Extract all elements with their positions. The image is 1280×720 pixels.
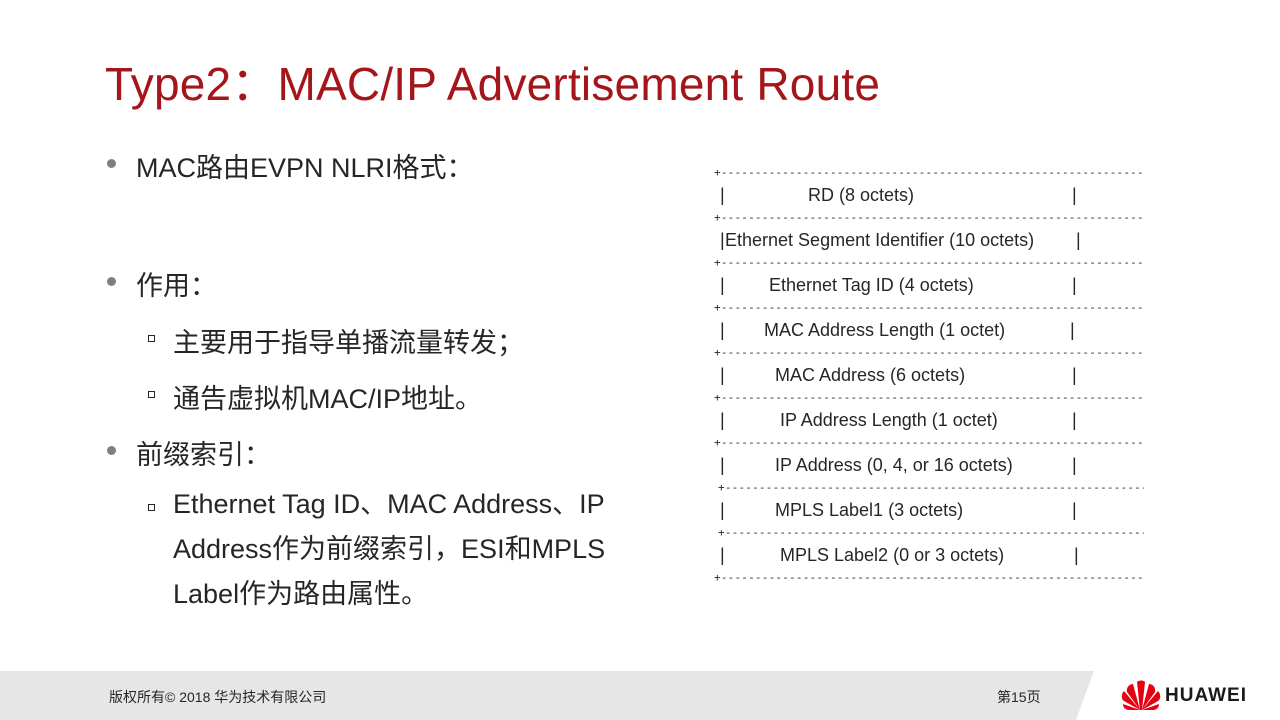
bullet-text: 作用： (136, 271, 217, 301)
bullet-text: MAC路由EVPN NLRI格式： (136, 153, 474, 183)
nlri-separator: +---------------------------------------… (714, 301, 1144, 314)
slide-title: Type2：MAC/IP Advertisement Route (105, 58, 881, 110)
nlri-field-label: RD (8 octets) (808, 185, 915, 205)
nlri-bar-right: | (1070, 320, 1075, 340)
nlri-bar-right: | (1072, 365, 1077, 385)
nlri-field-label: IP Address Length (1 octet) (780, 410, 998, 430)
nlri-bar-right: | (1072, 455, 1077, 475)
nlri-bar-right: | (1072, 185, 1077, 205)
square-bullet-icon (148, 504, 155, 511)
nlri-bar-left: | (720, 320, 725, 340)
nlri-bar-left: | (720, 410, 725, 430)
nlri-field-label: MAC Address Length (1 octet) (764, 320, 1006, 340)
nlri-bar-right: | (1072, 410, 1077, 430)
nlri-bar-right: | (1072, 500, 1077, 520)
nlri-bar-left: | (720, 230, 725, 250)
huawei-logo-icon (1121, 680, 1161, 710)
sub-bullet-text: 通告虚拟机MAC/IP地址。 (173, 384, 483, 414)
page-number: 第15页 (997, 689, 1041, 705)
nlri-separator: +---------------------------------------… (714, 166, 1144, 179)
nlri-field-mac-length: | MAC Address Length (1 octet) | (714, 319, 1144, 342)
bullet-dot-icon (107, 446, 116, 455)
nlri-field-esi: | Ethernet Segment Identifier (10 octets… (714, 229, 1144, 252)
nlri-field-label: MPLS Label1 (3 octets) (775, 500, 964, 520)
nlri-separator: +---------------------------------------… (714, 256, 1144, 269)
nlri-field-label: IP Address (0, 4, or 16 octets) (775, 455, 1013, 475)
nlri-field-label: Ethernet Tag ID (4 octets) (769, 275, 974, 295)
nlri-field-rd: | RD (8 octets) | (714, 184, 1144, 207)
nlri-bar-left: | (720, 365, 725, 385)
nlri-separator: +---------------------------------------… (714, 211, 1144, 224)
sub-bullet-text: 主要用于指导单播流量转发； (173, 328, 524, 358)
nlri-separator: +---------------------------------------… (718, 526, 1144, 539)
nlri-separator: +---------------------------------------… (718, 481, 1144, 494)
nlri-bar-left: | (720, 545, 725, 565)
nlri-bar-left: | (720, 455, 725, 475)
square-bullet-icon (148, 391, 155, 398)
brand-name: HUAWEI (1165, 685, 1247, 706)
square-bullet-icon (148, 335, 155, 342)
nlri-field-ip-address: | IP Address (0, 4, or 16 octets) | (714, 454, 1144, 477)
nlri-bar-right: | (1076, 230, 1081, 250)
nlri-bar-left: | (720, 185, 725, 205)
nlri-bar-left: | (720, 500, 725, 520)
sub-bullet-text: Ethernet Tag ID、MAC Address、IP Address作为… (173, 489, 606, 609)
nlri-bar-right: | (1072, 275, 1077, 295)
nlri-field-mpls-label1: | MPLS Label1 (3 octets) | (714, 499, 1144, 522)
nlri-separator: +---------------------------------------… (714, 346, 1144, 359)
nlri-field-label: MAC Address (6 octets) (775, 365, 966, 385)
copyright-text: 版权所有© 2018 华为技术有限公司 (109, 689, 327, 705)
slide-footer: 版权所有© 2018 华为技术有限公司 第15页 HUAWEI (0, 671, 1280, 720)
bullet-dot-icon (107, 277, 116, 286)
nlri-separator: +---------------------------------------… (714, 436, 1144, 449)
nlri-field-label: Ethernet Segment Identifier (10 octets) (725, 230, 1035, 250)
nlri-bar-left: | (720, 275, 725, 295)
nlri-field-ip-length: | IP Address Length (1 octet) | (714, 409, 1144, 432)
nlri-field-label: MPLS Label2 (0 or 3 octets) (780, 545, 1005, 565)
nlri-format-diagram: +---------------------------------------… (714, 162, 1144, 589)
bullet-text: 前缀索引： (136, 440, 271, 470)
nlri-separator: +---------------------------------------… (714, 571, 1144, 584)
nlri-separator: +---------------------------------------… (714, 391, 1144, 404)
nlri-field-mpls-label2: | MPLS Label2 (0 or 3 octets) | (714, 544, 1144, 567)
nlri-field-ethernet-tag: | Ethernet Tag ID (4 octets) | (714, 274, 1144, 297)
nlri-bar-right: | (1074, 545, 1079, 565)
nlri-field-mac-address: | MAC Address (6 octets) | (714, 364, 1144, 387)
bullet-dot-icon (107, 159, 116, 168)
